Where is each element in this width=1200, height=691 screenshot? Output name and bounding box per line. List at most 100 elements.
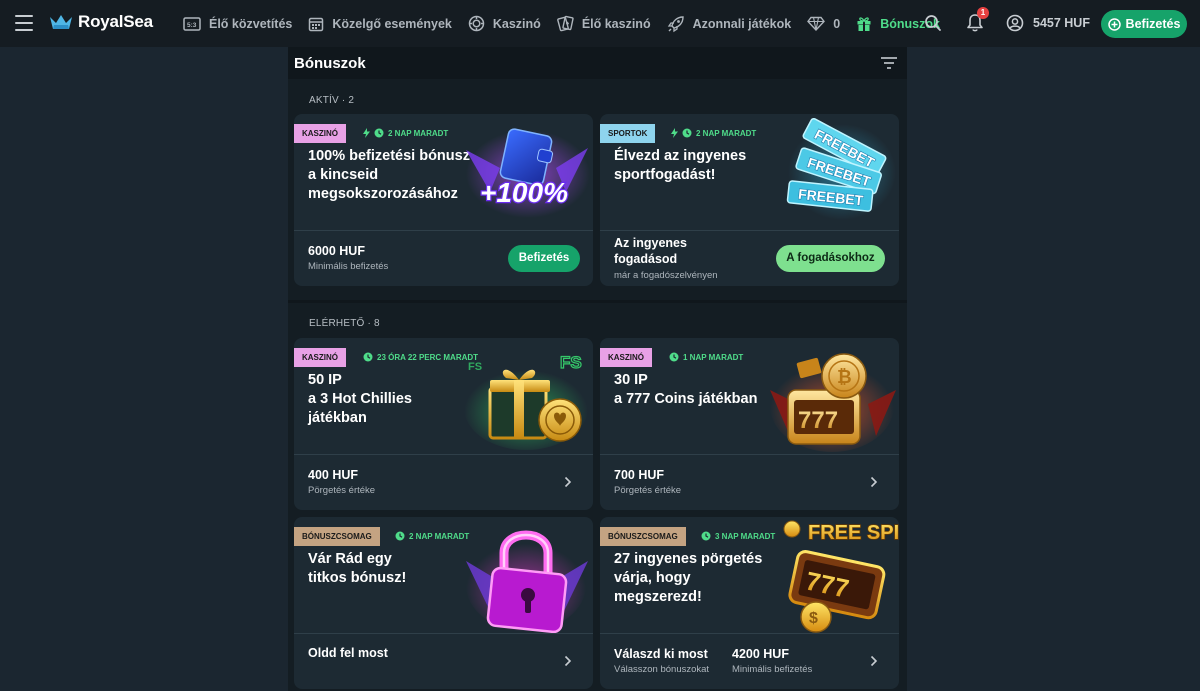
freebet-tickets-icon: FREEBET FREEBET FREEBET <box>786 118 896 220</box>
divider <box>600 230 899 231</box>
active-section-label: AKTÍV · 2 <box>309 95 355 106</box>
casino-chip-icon <box>468 15 485 32</box>
category-tag: KASZINÓ <box>600 348 652 367</box>
page-title: Bónuszok <box>294 55 366 72</box>
art-text: +100% <box>480 177 568 208</box>
filter-button[interactable] <box>880 56 898 75</box>
free-spins-icon: FREE SPINS 777 $ <box>783 520 899 633</box>
choose-now-label: Válaszd ki most <box>614 647 708 661</box>
diamond-icon <box>807 16 826 31</box>
svg-text:₿: ₿ <box>837 367 852 387</box>
deposit-button[interactable]: Befizetés <box>1101 10 1187 38</box>
bonus-title: 27 ingyenes pörgetés várja, hogy megszer… <box>614 551 763 605</box>
balance-button[interactable]: 5457 HUF <box>1006 14 1090 32</box>
unlock-now-label: Oldd fel most <box>308 646 388 660</box>
diamond-count: 0 <box>833 16 841 31</box>
svg-text:$: $ <box>809 610 818 627</box>
min-deposit-amount: 4200 HUF <box>732 647 789 661</box>
bolt-icon <box>671 128 678 138</box>
timer: 3 NAP MARADT <box>701 531 775 541</box>
deposit-card-button[interactable]: Befizetés <box>508 245 580 272</box>
timer-text: 2 NAP MARADT <box>409 531 470 541</box>
category-tag: KASZINÓ <box>294 348 346 367</box>
live-tv-icon: 5:3 <box>183 16 201 31</box>
nav-casino[interactable]: Kaszinó <box>468 15 541 32</box>
category-tag: BÓNUSZCSOMAG <box>600 527 686 546</box>
divider <box>600 633 899 634</box>
nav-instant-games-label: Azonnali játékok <box>692 16 792 31</box>
gift-box-coin-icon: FS FS <box>464 352 588 450</box>
calendar-icon <box>309 17 324 31</box>
bonus-card[interactable]: KASZINÓ 2 NAP MARADT 100% befizetési bón… <box>294 114 593 286</box>
logo[interactable]: RoyalSea <box>49 12 153 32</box>
art-text: FS <box>468 361 482 373</box>
art-text: 777 <box>798 407 838 434</box>
clock-icon <box>701 531 711 541</box>
bonus-card[interactable]: KASZINÓ 1 NAP MARADT 30 IP a 777 Coins j… <box>600 338 899 510</box>
nav-upcoming-events[interactable]: Közelgő események <box>308 16 452 32</box>
gift-icon <box>857 16 871 31</box>
divider <box>294 454 593 455</box>
timer: 2 NAP MARADT <box>671 128 756 138</box>
bonus-title: Élvezd az ingyenes sportfogadást! <box>614 148 747 183</box>
category-tag: SPORTOK <box>600 124 656 143</box>
category-tag: KASZINÓ <box>294 124 346 143</box>
plus-circle-icon <box>1107 17 1121 31</box>
nav-casino-label: Kaszinó <box>492 16 541 31</box>
nav-live-streaming[interactable]: 5:3 Élő közvetítés <box>183 17 292 31</box>
available-bonuses-section: ELÉRHETŐ · 8 KASZINÓ 23 ÓRA 22 PERC MARA… <box>288 303 907 691</box>
active-bonuses-section: AKTÍV · 2 KASZINÓ 2 NAP MARADT 100% befi… <box>288 79 907 300</box>
menu-icon[interactable] <box>15 15 33 31</box>
bonus-card[interactable]: BÓNUSZCSOMAG 3 NAP MARADT 27 ingyenes pö… <box>600 517 899 689</box>
available-section-label: ELÉRHETŐ · 8 <box>309 318 380 329</box>
notification-badge: 1 <box>977 7 989 19</box>
free-bet-label: Az ingyenes fogadásod <box>614 236 687 266</box>
search-icon <box>925 15 941 31</box>
wallet-bonus-icon: +100% <box>466 128 590 218</box>
min-deposit-label: Minimális befizetés <box>732 664 813 675</box>
spin-value-amount: 400 HUF <box>308 468 359 482</box>
top-navigation-bar: RoyalSea 5:3 Élő közvetítés Közelgő esem… <box>0 0 1200 47</box>
nav-live-casino-label: Élő kaszinó <box>581 16 651 31</box>
art-text: FREE SPINS <box>808 522 899 544</box>
bonuses-panel: Bónuszok AKTÍV · 2 KASZINÓ 2 NAP MARADT … <box>288 47 907 691</box>
logo-text: RoyalSea <box>78 12 153 31</box>
timer: 1 NAP MARADT <box>669 352 743 362</box>
clock-icon <box>682 128 692 138</box>
bonus-card[interactable]: SPORTOK 2 NAP MARADT Élvezd az ingyenes … <box>600 114 899 286</box>
free-bet-sub: már a fogadószelvényen <box>614 270 718 281</box>
divider <box>600 454 899 455</box>
bonus-title: 100% befizetési bónusz a kincseid megsok… <box>308 148 470 202</box>
bonus-card[interactable]: KASZINÓ 23 ÓRA 22 PERC MARADT 50 IP a 3 … <box>294 338 593 510</box>
bolt-icon <box>363 128 370 138</box>
divider <box>294 230 593 231</box>
filter-icon <box>881 57 897 69</box>
chevron-right-icon <box>564 476 572 488</box>
timer: 23 ÓRA 22 PERC MARADT <box>363 352 478 362</box>
balance-amount: 5457 HUF <box>1033 16 1090 30</box>
search-button[interactable] <box>924 14 942 37</box>
user-circle-icon <box>1006 14 1024 32</box>
timer-text: 2 NAP MARADT <box>388 128 449 138</box>
bonus-card[interactable]: BÓNUSZCSOMAG 2 NAP MARADT Vár Rád egy ti… <box>294 517 593 689</box>
nav-upcoming-events-label: Közelgő események <box>332 16 452 31</box>
rocket-icon <box>667 15 684 32</box>
to-bets-button[interactable]: A fogadásokhoz <box>776 245 885 272</box>
clock-icon <box>395 531 405 541</box>
slot-machine-icon: 777 ₿ <box>770 353 896 452</box>
spin-value-amount: 700 HUF <box>614 468 665 482</box>
chevron-right-icon <box>870 655 878 667</box>
nav-live-casino[interactable]: Élő kaszinó <box>556 15 651 32</box>
timer-text: 3 NAP MARADT <box>715 531 776 541</box>
clock-icon <box>669 352 679 362</box>
nav-instant-games[interactable]: Azonnali játékok <box>667 15 792 33</box>
timer-text: 1 NAP MARADT <box>683 352 744 362</box>
min-deposit-amount: 6000 HUF <box>308 244 365 258</box>
nav-live-streaming-label: Élő közvetítés <box>209 16 293 31</box>
cards-icon <box>556 15 574 32</box>
padlock-icon <box>466 530 588 633</box>
nav-diamonds[interactable]: 0 <box>807 16 840 31</box>
chevron-right-icon <box>564 655 572 667</box>
bonus-title: Vár Rád egy titkos bónusz! <box>308 551 407 586</box>
divider <box>294 633 593 634</box>
